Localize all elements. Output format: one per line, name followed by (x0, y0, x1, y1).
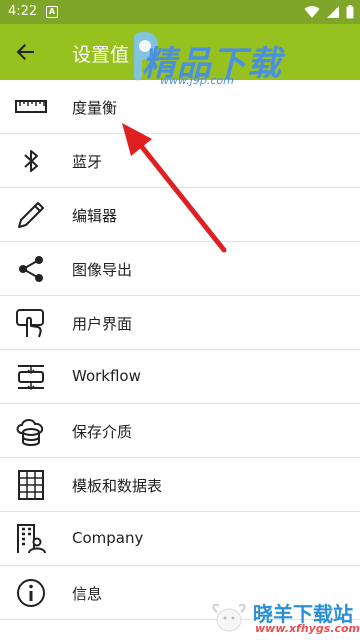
arrow-back-icon (16, 44, 34, 60)
settings-item-editor[interactable]: 编辑器 (0, 188, 360, 242)
table-grid-icon (14, 468, 48, 502)
settings-item-user-interface[interactable]: 用户界面 (0, 296, 360, 350)
watermark-bottom-url: www.xfhygs.com (255, 622, 360, 635)
settings-item-company[interactable]: Company (0, 512, 360, 566)
page-title: 设置值 (72, 44, 130, 66)
settings-item-label: 信息 (72, 585, 103, 603)
settings-item-bluetooth[interactable]: 蓝牙 (0, 134, 360, 188)
settings-item-image-export[interactable]: 图像导出 (0, 242, 360, 296)
settings-item-label: 用户界面 (72, 315, 133, 333)
settings-item-templates[interactable]: 模板和数据表 (0, 458, 360, 512)
settings-list: 度量衡 蓝牙 编辑器 图像导出 用户界面 Workflow 保存介质 模板和数据… (0, 80, 360, 620)
touch-screen-icon (14, 306, 48, 340)
ruler-icon (14, 90, 48, 124)
pencil-icon (14, 198, 48, 232)
settings-item-storage[interactable]: 保存介质 (0, 404, 360, 458)
settings-item-measurement[interactable]: 度量衡 (0, 80, 360, 134)
cloud-storage-icon (14, 414, 48, 448)
settings-item-label: Workflow (72, 367, 141, 385)
wifi-icon (304, 6, 320, 19)
signal-icon (327, 6, 339, 18)
share-icon (14, 252, 48, 286)
bluetooth-icon (14, 144, 48, 178)
system-icons (304, 4, 354, 20)
settings-item-label: 度量衡 (72, 99, 118, 117)
settings-item-label: 图像导出 (72, 261, 133, 279)
settings-item-label: 模板和数据表 (72, 477, 163, 495)
settings-item-info[interactable]: 信息 (0, 566, 360, 620)
settings-item-label: 保存介质 (72, 423, 133, 441)
settings-item-label: 编辑器 (72, 207, 118, 225)
app-bar: 设置值 (0, 24, 360, 80)
notification-badge: A (46, 6, 58, 18)
settings-item-workflow[interactable]: Workflow (0, 350, 360, 404)
status-time: 4:22 (8, 4, 38, 19)
workflow-icon (14, 360, 48, 394)
settings-item-label: 蓝牙 (72, 153, 103, 171)
info-icon (14, 576, 48, 610)
settings-item-label: Company (72, 529, 144, 547)
battery-icon (346, 5, 354, 19)
status-bar: 4:22 A (0, 0, 360, 24)
back-button[interactable] (12, 38, 40, 66)
company-icon (14, 522, 48, 556)
